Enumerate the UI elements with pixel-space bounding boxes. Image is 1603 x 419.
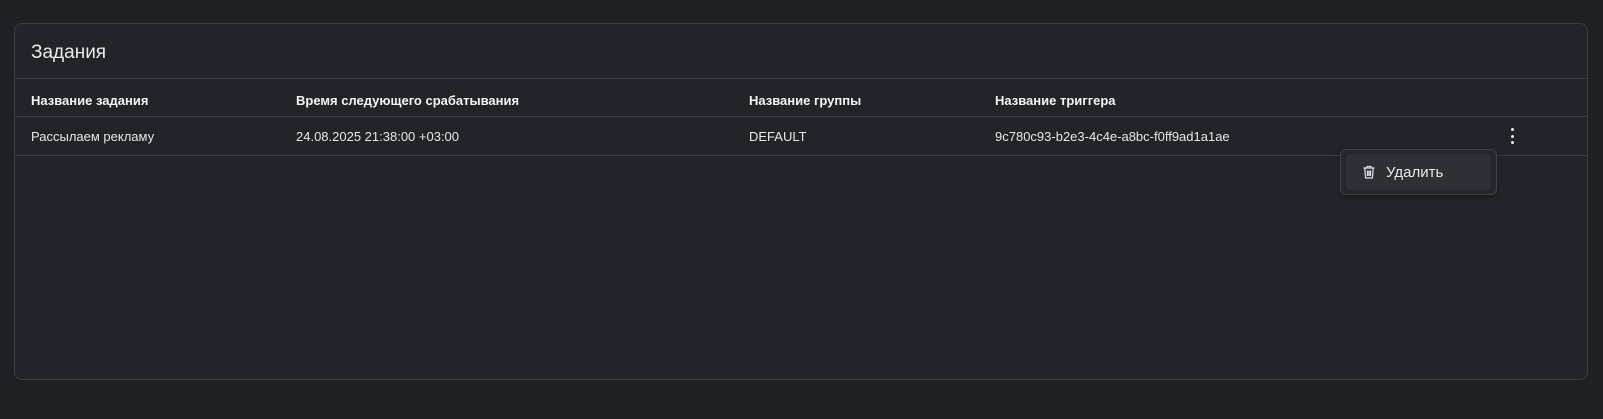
- cell-job-name: Рассылаем рекламу: [31, 129, 155, 144]
- delete-menu-item[interactable]: Удалить: [1346, 154, 1491, 190]
- cell-trigger-name: 9c780c93-b2e3-4c4e-a8bc-f0ff9ad1a1ae: [995, 129, 1230, 144]
- column-header-next-fire-time[interactable]: Время следующего срабатывания: [296, 93, 519, 108]
- more-vertical-icon[interactable]: [1507, 128, 1517, 144]
- card-title: Задания: [31, 42, 107, 63]
- kebab-dot: [1510, 128, 1514, 131]
- jobs-card: Задания Название задания Время следующег…: [14, 23, 1588, 380]
- kebab-dot: [1510, 141, 1514, 144]
- column-header-job-name[interactable]: Название задания: [31, 93, 148, 108]
- column-header-group-name[interactable]: Название группы: [749, 93, 861, 108]
- trash-icon: [1361, 164, 1377, 180]
- row-actions-menu: Удалить: [1340, 149, 1497, 195]
- cell-next-fire-time: 24.08.2025 21:38:00 +03:00: [296, 129, 460, 144]
- kebab-dot: [1510, 134, 1514, 138]
- title-divider: [15, 78, 1587, 79]
- cell-group-name: DEFAULT: [749, 129, 807, 144]
- header-divider: [15, 116, 1587, 117]
- delete-menu-label: Удалить: [1386, 163, 1444, 181]
- column-header-trigger-name[interactable]: Название триггера: [995, 93, 1116, 108]
